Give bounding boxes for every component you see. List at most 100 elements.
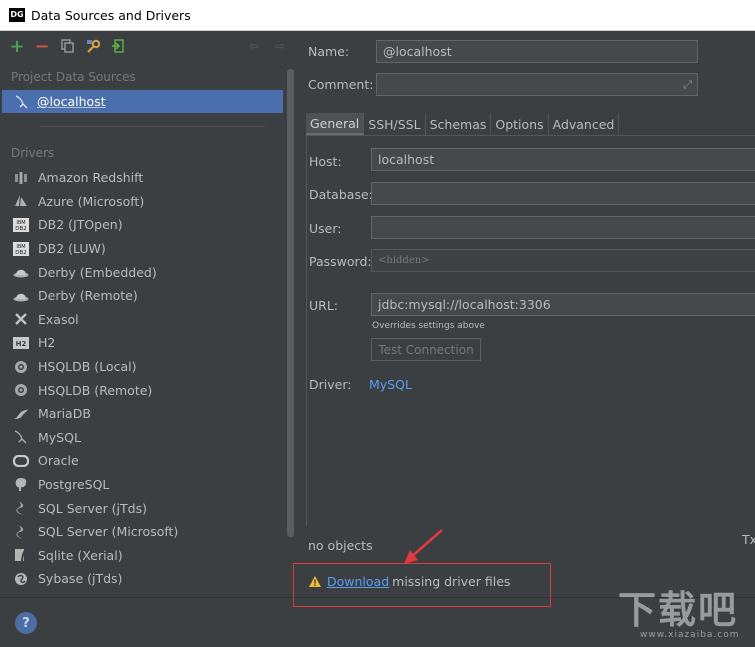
expand-icon[interactable]: ⤢ — [683, 78, 692, 92]
wrench-icon[interactable] — [85, 38, 101, 54]
driver-label: Oracle — [38, 453, 79, 469]
driver-item[interactable]: Amazon Redshift — [0, 166, 285, 190]
mariadb-seal-icon — [13, 406, 29, 422]
driver-label: Driver: — [309, 377, 352, 392]
sidebar-toolbar: + − ⇦ ⇨ — [0, 31, 296, 61]
tab-general[interactable]: General — [306, 113, 365, 135]
driver-label: Azure (Microsoft) — [38, 193, 145, 209]
driver-item[interactable]: SQL Server (jTds) — [0, 496, 285, 520]
site-watermark: 下载吧 www.xiazaiba.com — [618, 590, 755, 647]
copy-icon[interactable] — [60, 38, 76, 54]
watermark-url: www.xiazaiba.com — [640, 630, 740, 640]
azure-icon — [13, 193, 29, 209]
tab-ssh-ssl[interactable]: SSH/SSL — [364, 113, 426, 135]
driver-label: DB2 (JTOpen) — [38, 217, 123, 233]
url-label: URL: — [309, 298, 339, 313]
derby-hat-icon — [13, 288, 29, 304]
user-field[interactable] — [371, 216, 755, 239]
database-label: Database: — [309, 187, 373, 202]
import-icon[interactable] — [110, 38, 126, 54]
hsqldb-icon — [13, 359, 29, 375]
arrow-left-icon[interactable]: ⇦ — [246, 38, 262, 54]
driver-item[interactable]: Sqlite (Xerial) — [0, 544, 285, 568]
driver-label: Exasol — [38, 311, 79, 327]
driver-item[interactable]: Derby (Remote) — [0, 284, 285, 308]
driver-link[interactable]: MySQL — [369, 377, 412, 392]
driver-item[interactable]: HSQLDB (Local) — [0, 355, 285, 379]
help-button[interactable]: ? — [15, 612, 37, 634]
driver-item[interactable]: IBM DB2 DB2 (LUW) — [0, 237, 285, 261]
driver-label: Derby (Embedded) — [38, 264, 157, 280]
data-source-item-localhost[interactable]: @localhost — [2, 90, 283, 113]
driver-item[interactable]: Oracle — [0, 449, 285, 473]
driver-item[interactable]: Azure (Microsoft) — [0, 190, 285, 214]
postgresql-elephant-icon — [13, 477, 29, 493]
oracle-icon — [13, 453, 29, 469]
driver-label: HSQLDB (Remote) — [38, 382, 153, 398]
download-link[interactable]: Download — [327, 574, 389, 589]
driver-label: Sybase (jTds) — [38, 571, 123, 587]
driver-item[interactable]: MariaDB — [0, 402, 285, 426]
arrow-right-icon[interactable]: ⇨ — [272, 38, 288, 54]
drivers-heading: Drivers — [11, 146, 55, 160]
tab-schemas[interactable]: Schemas — [426, 113, 492, 135]
tab-advanced[interactable]: Advanced — [549, 113, 620, 135]
sqlite-icon — [13, 547, 29, 563]
svg-text:DB2: DB2 — [15, 250, 27, 256]
warning-triangle-icon — [308, 575, 322, 588]
sqlserver-icon — [13, 524, 29, 540]
h2-icon: H2 — [13, 335, 29, 351]
comment-field[interactable]: ⤢ — [376, 73, 698, 96]
password-field[interactable]: <hidden> — [371, 249, 755, 272]
plus-icon[interactable]: + — [9, 36, 25, 57]
driver-item[interactable]: H2 H2 — [0, 331, 285, 355]
driver-item[interactable]: Derby (Embedded) — [0, 260, 285, 284]
exasol-x-icon — [13, 311, 29, 327]
missing-driver-warning: Download missing driver files — [308, 574, 510, 589]
driver-item[interactable]: IBM DB2 DB2 (JTOpen) — [0, 213, 285, 237]
password-placeholder: <hidden> — [378, 255, 430, 266]
project-data-sources-heading: Project Data Sources — [11, 70, 136, 84]
driver-label: DB2 (LUW) — [38, 241, 106, 257]
database-field[interactable] — [371, 182, 755, 205]
driver-item[interactable]: Exasol — [0, 308, 285, 332]
svg-text:H2: H2 — [16, 340, 27, 348]
settings-tabs: General SSH/SSL Schemas Options Advanced — [306, 113, 620, 135]
driver-label: SQL Server (Microsoft) — [38, 524, 179, 540]
data-source-details: Name: @localhost Comment: ⤢ General SSH/S… — [296, 31, 755, 597]
truncated-label: Tx — [742, 532, 755, 547]
driver-item[interactable]: SQL Server (Microsoft) — [0, 520, 285, 544]
general-tab-panel: Host: localhost Database: User: Password… — [306, 136, 755, 526]
derby-hat-icon — [13, 264, 29, 280]
ibm-db2-icon: IBM DB2 — [13, 217, 29, 233]
driver-label: PostgreSQL — [38, 477, 110, 493]
comment-label: Comment: — [308, 77, 374, 92]
mysql-dolphin-icon — [14, 94, 30, 110]
tab-options[interactable]: Options — [491, 113, 549, 135]
left-panel: + − ⇦ ⇨ Project Data Sources @localhost … — [0, 31, 296, 597]
driver-list: Amazon Redshift Azure (Microsoft) IBM DB2 DB… — [0, 166, 285, 591]
url-hint: Overrides settings above — [372, 321, 485, 331]
driver-label: HSQLDB (Local) — [38, 359, 137, 375]
driver-label: H2 — [38, 335, 56, 351]
driver-item[interactable]: MySQL — [0, 426, 285, 450]
driver-item[interactable]: Sybase (jTds) — [0, 567, 285, 591]
svg-text:DB2: DB2 — [15, 226, 27, 232]
objects-status: no objects — [308, 538, 373, 553]
host-field[interactable]: localhost — [371, 148, 755, 171]
name-field[interactable]: @localhost — [376, 40, 698, 63]
user-label: User: — [309, 221, 342, 236]
sidebar-scrollbar[interactable] — [287, 69, 294, 537]
sybase-icon — [13, 571, 29, 587]
driver-item[interactable]: HSQLDB (Remote) — [0, 378, 285, 402]
title-bar: DG Data Sources and Drivers — [0, 0, 755, 31]
test-connection-button[interactable]: Test Connection — [371, 338, 481, 361]
driver-label: MySQL — [38, 429, 81, 445]
driver-label: SQL Server (jTds) — [38, 500, 147, 516]
datagrip-app-icon: DG — [9, 8, 25, 22]
password-label: Password: — [309, 254, 372, 269]
driver-item[interactable]: PostgreSQL — [0, 473, 285, 497]
minus-icon[interactable]: − — [34, 36, 50, 57]
url-field[interactable]: jdbc:mysql://localhost:3306 — [371, 293, 755, 316]
host-label: Host: — [309, 154, 342, 169]
